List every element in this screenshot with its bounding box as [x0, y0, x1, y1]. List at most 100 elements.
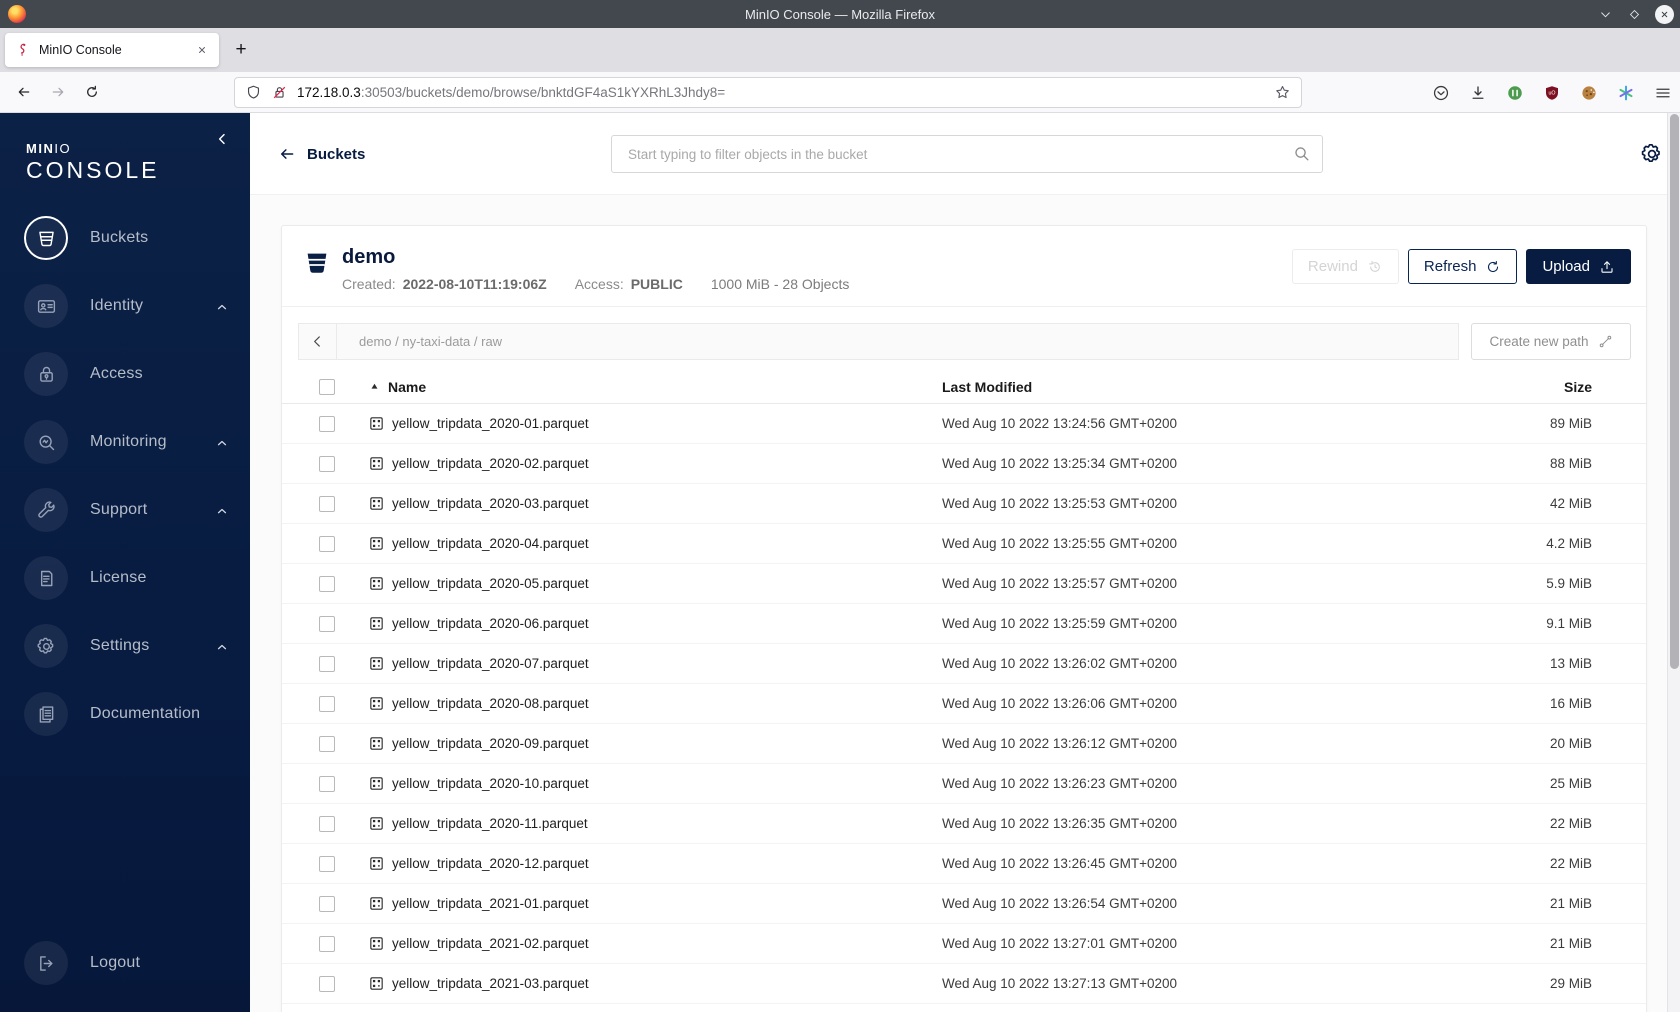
table-row[interactable]: yellow_tripdata_2020-01.parquet Wed Aug …	[282, 404, 1646, 444]
tab-close-icon[interactable]	[193, 41, 211, 59]
upload-icon	[1599, 259, 1615, 275]
object-name: yellow_tripdata_2020-10.parquet	[392, 776, 589, 791]
row-checkbox[interactable]	[319, 855, 335, 872]
row-checkbox[interactable]	[319, 655, 335, 672]
row-checkbox[interactable]	[319, 535, 335, 552]
row-checkbox[interactable]	[319, 815, 335, 832]
table-row[interactable]: yellow_tripdata_2021-02.parquet Wed Aug …	[282, 924, 1646, 964]
back-to-buckets-button[interactable]: Buckets	[278, 113, 365, 195]
create-new-path-button[interactable]: Create new path	[1471, 323, 1631, 360]
row-checkbox[interactable]	[319, 895, 335, 912]
monitoring-icon	[36, 432, 57, 453]
color-asterisk-icon[interactable]	[1616, 83, 1635, 102]
select-all-checkbox[interactable]	[319, 378, 335, 395]
browser-reload-icon[interactable]	[78, 78, 106, 106]
back-to-buckets-label: Buckets	[307, 145, 366, 163]
sidebar-item-documentation[interactable]: Documentation	[0, 680, 250, 748]
svg-text:uO: uO	[1548, 90, 1555, 96]
sidebar-item-settings[interactable]: Settings	[0, 612, 250, 680]
table-row[interactable]: yellow_tripdata_2020-10.parquet Wed Aug …	[282, 764, 1646, 804]
row-checkbox[interactable]	[319, 575, 335, 592]
page-scrollbar[interactable]	[1667, 113, 1680, 1012]
insecure-lock-icon[interactable]	[271, 84, 288, 101]
menu-hamburger-icon[interactable]	[1653, 83, 1672, 102]
logo-mark: MIN	[26, 141, 55, 156]
table-row[interactable]: yellow_tripdata_2021-01.parquet Wed Aug …	[282, 884, 1646, 924]
row-checkbox[interactable]	[319, 975, 335, 992]
minimize-icon[interactable]	[1597, 6, 1614, 23]
row-checkbox[interactable]	[319, 935, 335, 952]
object-size: 22 MiB	[1549, 816, 1592, 831]
minio-console-logo: MINIO CONSOLE	[0, 113, 250, 184]
column-header-name[interactable]: Name	[388, 379, 426, 395]
browser-forward-icon[interactable]	[44, 78, 72, 106]
close-icon[interactable]	[1655, 4, 1674, 24]
refresh-button[interactable]: Refresh	[1407, 249, 1518, 284]
object-last-modified: Wed Aug 10 2022 13:26:02 GMT+0200	[942, 656, 1178, 671]
table-row[interactable]: yellow_tripdata_2020-06.parquet Wed Aug …	[282, 604, 1646, 644]
cookie-extension-icon[interactable]	[1579, 83, 1598, 102]
sort-ascending-icon[interactable]	[368, 380, 381, 393]
sidebar-item-identity[interactable]: Identity	[0, 272, 250, 340]
tracking-shield-icon[interactable]	[245, 84, 262, 101]
sidebar-item-logout[interactable]: Logout	[0, 929, 250, 997]
table-row[interactable]: yellow_tripdata_2020-02.parquet Wed Aug …	[282, 444, 1646, 484]
table-row[interactable]: yellow_tripdata_2020-03.parquet Wed Aug …	[282, 484, 1646, 524]
settings-gear-icon[interactable]	[1640, 142, 1664, 166]
table-row[interactable]: yellow_tripdata_2020-04.parquet Wed Aug …	[282, 524, 1646, 564]
object-name: yellow_tripdata_2020-01.parquet	[392, 416, 589, 431]
page-header: Buckets	[250, 113, 1680, 195]
column-header-last-modified[interactable]: Last Modified	[942, 379, 1482, 395]
table-row[interactable]: yellow_tripdata_2020-09.parquet Wed Aug …	[282, 724, 1646, 764]
url-text[interactable]: 172.18.0.3:30503/buckets/demo/browse/bnk…	[297, 85, 1274, 100]
object-size: 88 MiB	[1549, 456, 1592, 471]
bookmark-star-icon[interactable]	[1274, 84, 1291, 101]
table-row[interactable]: yellow_tripdata_2020-05.parquet Wed Aug …	[282, 564, 1646, 604]
row-checkbox[interactable]	[319, 775, 335, 792]
chevron-up-icon	[216, 300, 228, 312]
column-header-size[interactable]: Size	[1482, 379, 1592, 395]
new-tab-button[interactable]: +	[227, 36, 255, 64]
rewind-button[interactable]: Rewind	[1291, 249, 1399, 284]
filter-objects-input[interactable]	[611, 135, 1323, 173]
sidebar-item-monitoring[interactable]: Monitoring	[0, 408, 250, 476]
downloads-icon[interactable]	[1468, 83, 1487, 102]
maximize-icon[interactable]	[1626, 6, 1643, 23]
row-checkbox[interactable]	[319, 415, 335, 432]
pocket-icon[interactable]	[1431, 83, 1450, 102]
table-row[interactable]: yellow_tripdata_2020-11.parquet Wed Aug …	[282, 804, 1646, 844]
browser-back-icon[interactable]	[10, 78, 38, 106]
object-file-icon	[368, 695, 385, 712]
breadcrumb-back-icon[interactable]	[299, 324, 337, 359]
url-bar[interactable]: 172.18.0.3:30503/buckets/demo/browse/bnk…	[234, 77, 1302, 108]
table-row[interactable]: yellow_tripdata_2021-03.parquet Wed Aug …	[282, 964, 1646, 1004]
object-name: yellow_tripdata_2020-08.parquet	[392, 696, 589, 711]
row-checkbox[interactable]	[319, 695, 335, 712]
scrollbar-thumb[interactable]	[1670, 114, 1679, 669]
row-checkbox[interactable]	[319, 615, 335, 632]
sidebar-collapse-icon[interactable]	[214, 131, 234, 151]
row-checkbox[interactable]	[319, 495, 335, 512]
sidebar-item-access[interactable]: Access	[0, 340, 250, 408]
breadcrumb[interactable]: demo / ny-taxi-data / raw	[337, 334, 502, 349]
sidebar-item-buckets[interactable]: Buckets	[0, 204, 250, 272]
object-size: 42 MiB	[1549, 496, 1592, 511]
logout-icon	[36, 953, 57, 974]
table-row[interactable]: yellow_tripdata_2020-08.parquet Wed Aug …	[282, 684, 1646, 724]
table-row[interactable]: yellow_tripdata_2020-12.parquet Wed Aug …	[282, 844, 1646, 884]
access-icon	[36, 364, 57, 385]
sidebar-item-support[interactable]: Support	[0, 476, 250, 544]
settings-icon	[36, 636, 57, 657]
object-last-modified: Wed Aug 10 2022 13:25:34 GMT+0200	[942, 456, 1178, 471]
upload-button[interactable]: Upload	[1526, 249, 1631, 284]
table-row[interactable]: yellow_tripdata_2020-07.parquet Wed Aug …	[282, 644, 1646, 684]
ublock-shield-icon[interactable]: uO	[1542, 83, 1561, 102]
row-checkbox[interactable]	[319, 735, 335, 752]
object-last-modified: Wed Aug 10 2022 13:26:54 GMT+0200	[942, 896, 1178, 911]
sidebar-item-license[interactable]: License	[0, 544, 250, 612]
browser-tab-minio-console[interactable]: MinIO Console	[5, 33, 219, 67]
object-file-icon	[368, 975, 385, 992]
row-checkbox[interactable]	[319, 455, 335, 472]
bucket-browser-panel: demo Created: 2022-08-10T11:19:06Z Access…	[281, 225, 1647, 1012]
extension-green-icon[interactable]	[1505, 83, 1524, 102]
